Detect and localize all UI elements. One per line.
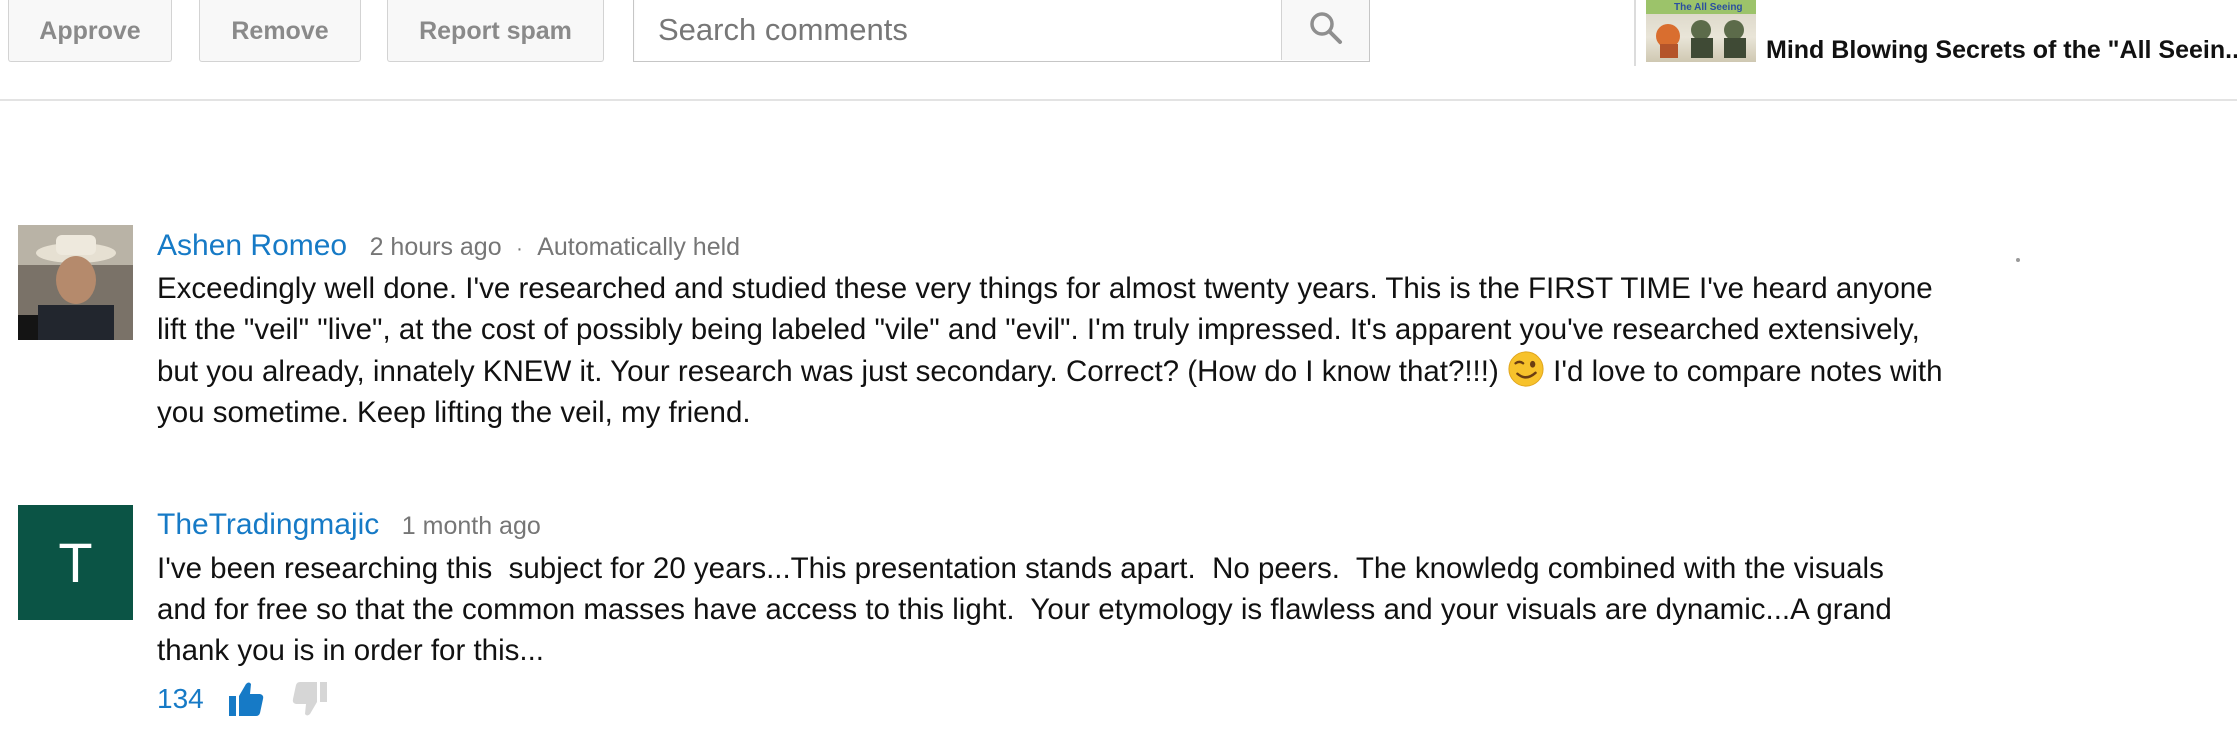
comment-menu-icon[interactable] (2016, 258, 2020, 262)
approve-button[interactable]: Approve (8, 0, 172, 62)
user-photo (18, 225, 133, 340)
like-count: 134 (157, 683, 204, 714)
search-input[interactable] (634, 0, 1281, 60)
video-reference[interactable]: The All Seeing Mind Blowing Secrets of t… (1634, 0, 2237, 66)
thumbs-up-icon[interactable] (226, 679, 266, 719)
thumbs-down-icon[interactable] (290, 679, 330, 719)
comment-time[interactable]: 1 month ago (402, 512, 541, 540)
meta-separator: · (516, 238, 523, 260)
comment-text: Exceedingly well done. I've researched a… (157, 268, 1957, 433)
winking-face-icon (1508, 351, 1544, 387)
thumbnail-caption: The All Seeing (1674, 2, 1743, 13)
comment-author[interactable]: Ashen Romeo (157, 229, 347, 262)
search-icon (1309, 12, 1342, 44)
comment-text: I've been researching this subject for 2… (157, 552, 1901, 667)
video-thumbnail[interactable]: The All Seeing (1646, 0, 1756, 62)
search-box (633, 0, 1370, 62)
comment-header: TheTradingmajic 1 month ago (157, 508, 541, 542)
moderation-toolbar: Approve Remove Report spam The All Seein… (0, 0, 2237, 101)
report-spam-button[interactable]: Report spam (387, 0, 604, 62)
search-button[interactable] (1281, 0, 1369, 60)
comment-author[interactable]: TheTradingmajic (157, 508, 379, 541)
video-title[interactable]: Mind Blowing Secrets of the "All Seein..… (1766, 36, 2237, 65)
held-status: Automatically held (537, 233, 741, 261)
comment-header: Ashen Romeo 2 hours ago · Automatically … (157, 229, 740, 263)
comment-time[interactable]: 2 hours ago (370, 233, 502, 261)
avatar[interactable]: T (18, 505, 133, 620)
comment-actions: 134 (157, 679, 354, 719)
remove-button[interactable]: Remove (199, 0, 361, 62)
avatar[interactable] (18, 225, 133, 340)
